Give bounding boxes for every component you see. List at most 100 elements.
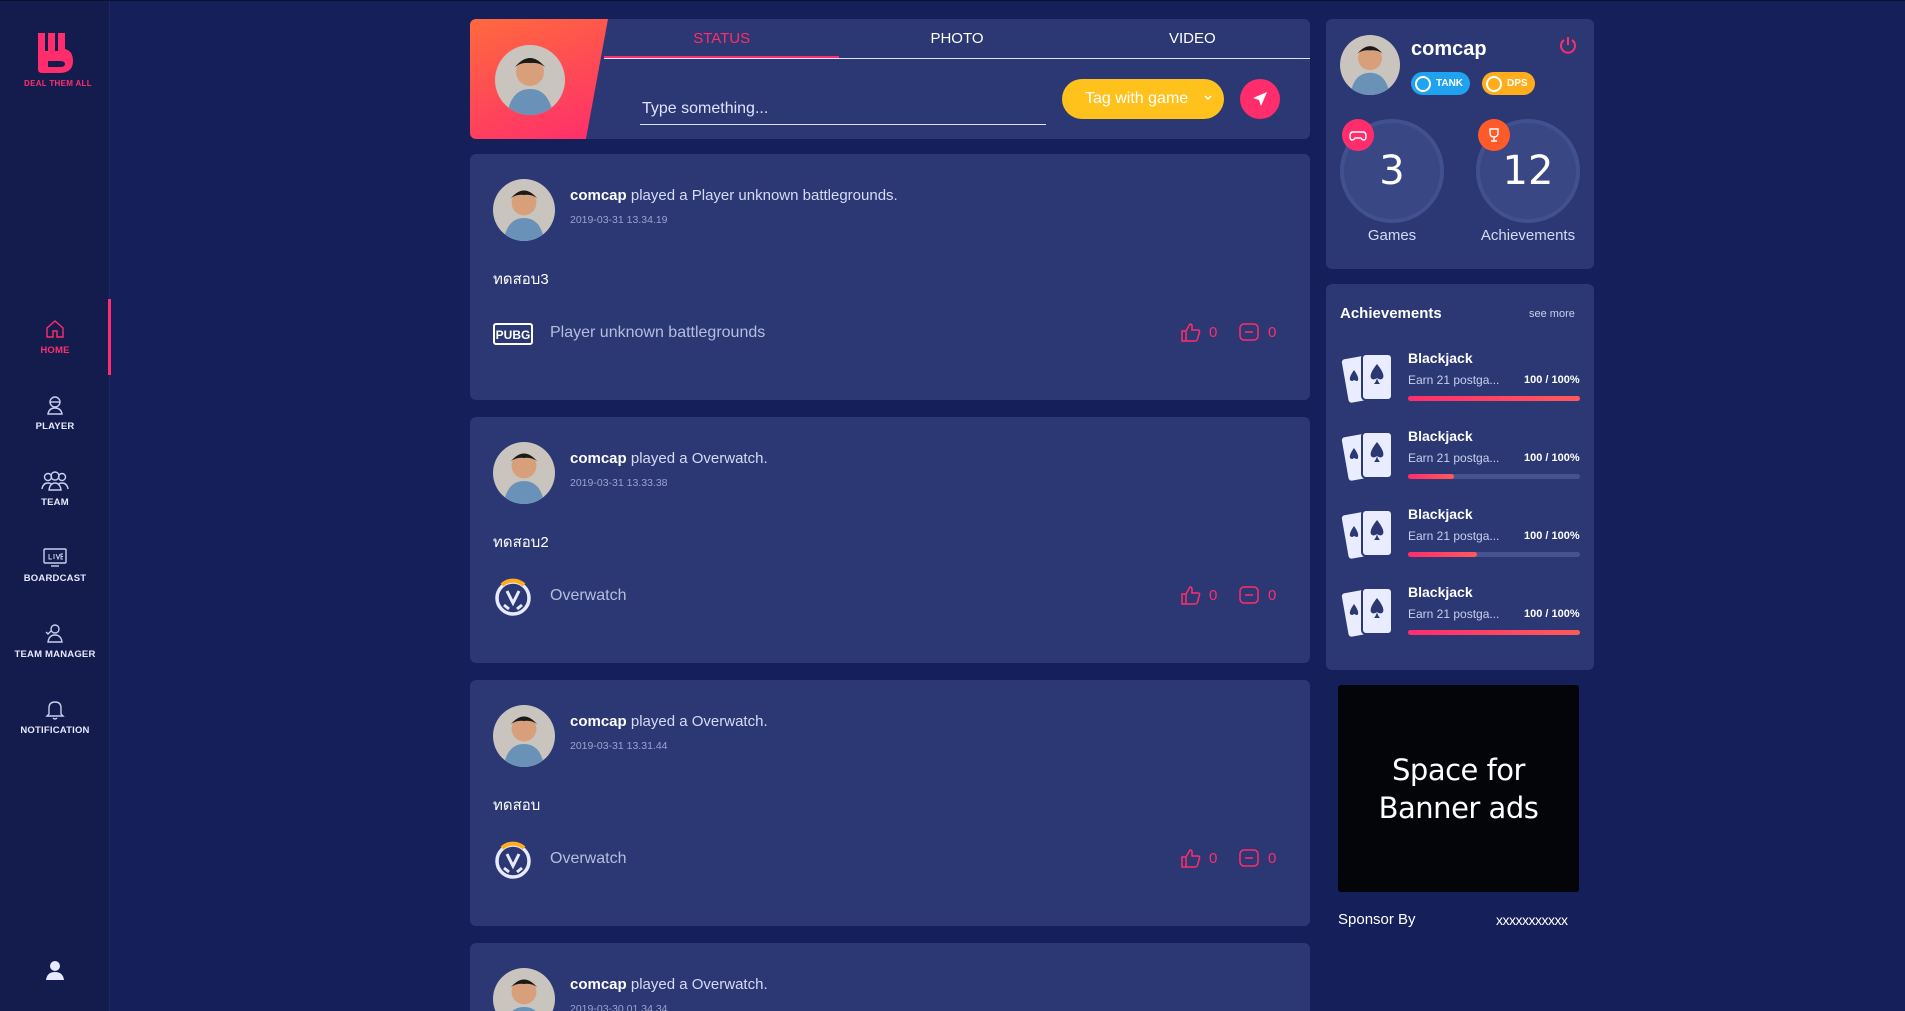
playing-cards-icon <box>1339 584 1402 644</box>
achievement-desc: Earn 21 postga... <box>1408 529 1500 543</box>
post-timestamp: 2019-03-30 01.34.34 <box>570 1003 668 1011</box>
pubg-icon: PUBG <box>493 314 533 354</box>
app-frame: DEAL THEM ALL HOME PLAYER TEAM BOARDCAST <box>0 0 1905 1011</box>
post-headline: comcap played a Overwatch. <box>570 976 768 993</box>
post-username[interactable]: comcap <box>570 976 627 993</box>
nav-item-notification[interactable]: NOTIFICATION <box>0 679 110 755</box>
post-game-name[interactable]: Player unknown battlegrounds <box>550 324 765 342</box>
nav-item-boardcast[interactable]: BOARDCAST <box>0 527 110 603</box>
nav-label-team: TEAM <box>41 497 69 508</box>
nav-item-team[interactable]: TEAM <box>0 451 110 527</box>
banner-ad[interactable]: Space for Banner ads <box>1338 685 1579 892</box>
achievement-name: Blackjack <box>1408 350 1473 366</box>
bell-icon <box>45 701 65 720</box>
like-button[interactable]: 0 <box>1179 321 1217 343</box>
tab-status[interactable]: STATUS <box>604 19 840 58</box>
achievement-desc: Earn 21 postga... <box>1408 451 1500 465</box>
see-more-link[interactable]: see more <box>1529 308 1575 320</box>
achievement-progress-bar <box>1408 552 1580 557</box>
logo[interactable]: DEAL THEM ALL <box>24 31 92 88</box>
post-headline: comcap played a Player unknown battlegro… <box>570 187 898 204</box>
achievement-progress-fill <box>1408 552 1477 557</box>
post-timestamp: 2019-03-31 13.31.44 <box>570 740 668 752</box>
overwatch-icon <box>493 577 533 617</box>
post-headline: comcap played a Overwatch. <box>570 713 768 730</box>
stat-achievements[interactable]: 12 Achievements <box>1476 119 1580 244</box>
post-username[interactable]: comcap <box>570 450 627 467</box>
power-icon[interactable] <box>1558 35 1578 55</box>
send-button[interactable] <box>1240 79 1280 119</box>
achievement-percent: 100 / 100% <box>1524 530 1580 542</box>
like-button[interactable]: 0 <box>1179 584 1217 606</box>
post-headline: comcap played a Overwatch. <box>570 450 768 467</box>
comment-count: 0 <box>1268 323 1277 341</box>
achievement-item[interactable]: Blackjack Earn 21 postga... 100 / 100% <box>1339 500 1580 572</box>
post-avatar[interactable] <box>493 968 555 1011</box>
stat-games[interactable]: 3 Games <box>1340 119 1444 244</box>
achievement-progress-bar <box>1408 630 1580 635</box>
live-icon <box>43 548 67 567</box>
achievement-item[interactable]: Blackjack Earn 21 postga... 100 / 100% <box>1339 578 1580 650</box>
tab-video[interactable]: VIDEO <box>1075 19 1310 58</box>
nav-label-boardcast: BOARDCAST <box>23 573 87 584</box>
comment-button[interactable]: 0 <box>1238 584 1276 606</box>
team-manager-icon <box>45 624 63 643</box>
gamepad-icon <box>1342 119 1374 151</box>
profile-avatar[interactable] <box>1340 35 1400 95</box>
comment-icon <box>1239 849 1259 867</box>
post-timestamp: 2019-03-31 13.34.19 <box>570 214 668 226</box>
status-input[interactable] <box>640 93 1046 125</box>
home-icon <box>46 320 64 338</box>
banner-text: Space for Banner ads <box>1378 752 1539 825</box>
tag-with-game-select[interactable]: Tag with game <box>1062 79 1224 119</box>
achievement-item[interactable]: Blackjack Earn 21 postga... 100 / 100% <box>1339 422 1580 494</box>
composer-avatar[interactable] <box>495 45 565 115</box>
post-game-name[interactable]: Overwatch <box>550 850 626 868</box>
badge-label: DPS <box>1507 78 1528 89</box>
player-icon <box>47 396 63 415</box>
badge-label: TANK <box>1436 78 1464 89</box>
nav-item-team-manager[interactable]: TEAM MANAGER <box>0 603 110 679</box>
post-action: played a Overwatch. <box>626 713 768 730</box>
nav-item-home[interactable]: HOME <box>0 299 111 375</box>
overwatch-icon <box>493 840 533 880</box>
like-count: 0 <box>1209 323 1218 341</box>
nav-label-player: PLAYER <box>35 421 75 432</box>
post-action: played a Player unknown battlegrounds. <box>626 187 898 204</box>
post-avatar[interactable] <box>493 179 555 241</box>
achievement-item[interactable]: Blackjack Earn 21 postga... 100 / 100% <box>1339 344 1580 416</box>
achievement-name: Blackjack <box>1408 506 1473 522</box>
post-username[interactable]: comcap <box>570 187 627 204</box>
comment-button[interactable]: 0 <box>1238 321 1276 343</box>
status-composer: STATUS PHOTO VIDEO Tag with game <box>470 19 1310 139</box>
trophy-icon <box>1478 119 1510 151</box>
comment-count: 0 <box>1268 586 1277 604</box>
stat-label: Achievements <box>1480 227 1576 244</box>
svg-text:PUBG: PUBG <box>496 328 531 342</box>
profile-card: comcap TANK DPS 3 Games 12 Achievements <box>1326 19 1594 269</box>
post-text: ทดสอบ2 <box>493 534 549 551</box>
post-game-name[interactable]: Overwatch <box>550 587 626 605</box>
feed-post: comcap played a Player unknown battlegro… <box>470 154 1310 400</box>
sidebar-nav: HOME PLAYER TEAM BOARDCAST TEAM MANAGER … <box>0 299 111 755</box>
tab-photo[interactable]: PHOTO <box>839 19 1074 58</box>
user-icon[interactable] <box>43 958 67 982</box>
comment-button[interactable]: 0 <box>1238 847 1276 869</box>
post-avatar[interactable] <box>493 705 555 767</box>
sponsor-value: xxxxxxxxxxx <box>1496 912 1568 928</box>
overwatch-badge-icon <box>1415 75 1431 92</box>
achievement-progress-bar <box>1408 396 1580 401</box>
post-username[interactable]: comcap <box>570 713 627 730</box>
comment-count: 0 <box>1268 849 1277 867</box>
nav-label-team-manager: TEAM MANAGER <box>14 649 96 660</box>
achievement-name: Blackjack <box>1408 584 1473 600</box>
like-button[interactable]: 0 <box>1179 847 1217 869</box>
tag-with-game-label: Tag with game <box>1085 90 1189 107</box>
logo-mark-icon <box>38 33 73 73</box>
post-avatar[interactable] <box>493 442 555 504</box>
profile-name: comcap <box>1411 38 1487 60</box>
role-badge-dps: DPS <box>1482 72 1535 95</box>
composer-tabs: STATUS PHOTO VIDEO <box>604 19 1310 59</box>
comment-icon <box>1239 323 1259 341</box>
nav-item-player[interactable]: PLAYER <box>0 375 110 451</box>
